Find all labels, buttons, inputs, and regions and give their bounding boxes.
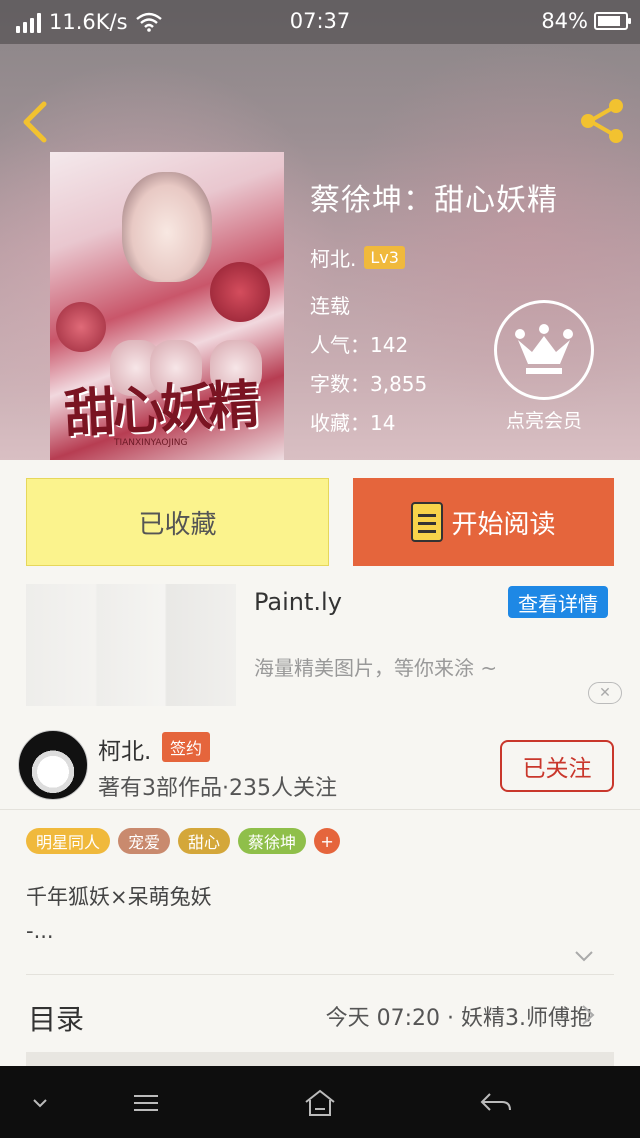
battery-percent: 84% [541, 9, 588, 33]
tag-item[interactable]: 宠爱 [118, 828, 171, 854]
home-icon[interactable] [300, 1088, 340, 1118]
menu-icon[interactable] [126, 1088, 166, 1118]
crown-icon [515, 324, 573, 374]
tag-item[interactable]: 蔡徐坤 [238, 828, 307, 854]
favorited-button[interactable]: 已收藏 [26, 478, 329, 566]
ad-description: 海量精美图片，等你来涂 ~ [254, 656, 498, 680]
vip-label: 点亮会员 [505, 410, 582, 432]
author-card[interactable]: 柯北. 签约 著有3部作品·235人关注 已关注 [0, 712, 640, 810]
author-meta: 著有3部作品·235人关注 [98, 776, 337, 801]
description-line: 千年狐妖×呆萌兔妖 [26, 885, 212, 909]
share-icon[interactable] [578, 96, 628, 146]
tag-list: 明星同人 宠爱 甜心 蔡徐坤 + [26, 828, 341, 854]
author-level-badge: Lv3 [364, 246, 405, 269]
divider [26, 974, 614, 975]
ad-banner[interactable]: Paint.ly 查看详情 海量精美图片，等你来涂 ~ ✕ [0, 578, 640, 710]
cover-subtitle: TIANXINYAOJING [114, 438, 188, 448]
action-bar: 已收藏 开始阅读 [0, 460, 640, 580]
battery-icon [594, 12, 631, 30]
expand-chevron-icon[interactable] [574, 946, 594, 966]
ad-detail-button[interactable]: 查看详情 [508, 586, 608, 618]
back-arrow-icon[interactable] [16, 100, 56, 144]
start-reading-label: 开始阅读 [451, 509, 556, 540]
tag-item[interactable]: 甜心 [178, 828, 231, 854]
book-title: 蔡徐坤：甜心妖精 [310, 183, 558, 218]
avatar[interactable] [18, 730, 88, 800]
description-line: -... [26, 919, 54, 943]
vip-button[interactable]: 点亮会员 [493, 300, 595, 433]
book-cover[interactable]: 甜心妖精 TIANXINYAOJING [50, 152, 284, 460]
book-header: 11.6K/s 07:37 84% 甜心妖精 TIANXINYAOJING 蔡徐… [0, 0, 640, 460]
toc-label: 目录 [28, 1003, 85, 1036]
latest-chapter: 今天 07:20 · 妖精3.师傅抱 [325, 1006, 592, 1031]
status-bar: 11.6K/s 07:37 84% [0, 0, 640, 44]
chevron-down-icon[interactable] [20, 1088, 60, 1118]
book-author[interactable]: 柯北. [310, 243, 356, 272]
author-name[interactable]: 柯北. [98, 732, 151, 766]
cover-title: 甜心妖精 [62, 374, 258, 445]
ad-title: Paint.ly [254, 588, 342, 616]
add-tag-button[interactable]: + [314, 828, 341, 854]
start-reading-button[interactable]: 开始阅读 [353, 478, 614, 566]
ad-image [26, 584, 236, 706]
signed-badge: 签约 [162, 732, 211, 762]
follow-button[interactable]: 已关注 [500, 740, 614, 792]
book-description[interactable]: 千年狐妖×呆萌兔妖 -... [26, 880, 212, 948]
system-nav-bar [0, 1066, 640, 1138]
book-icon [411, 502, 444, 542]
table-of-contents-row[interactable]: 目录 今天 07:20 · 妖精3.师傅抱 [0, 976, 640, 1052]
tag-item[interactable]: 明星同人 [26, 828, 111, 854]
chevron-right-icon [582, 1005, 595, 1025]
back-icon[interactable] [476, 1088, 516, 1118]
close-icon[interactable]: ✕ [588, 682, 622, 704]
favorited-label: 已收藏 [138, 509, 217, 540]
